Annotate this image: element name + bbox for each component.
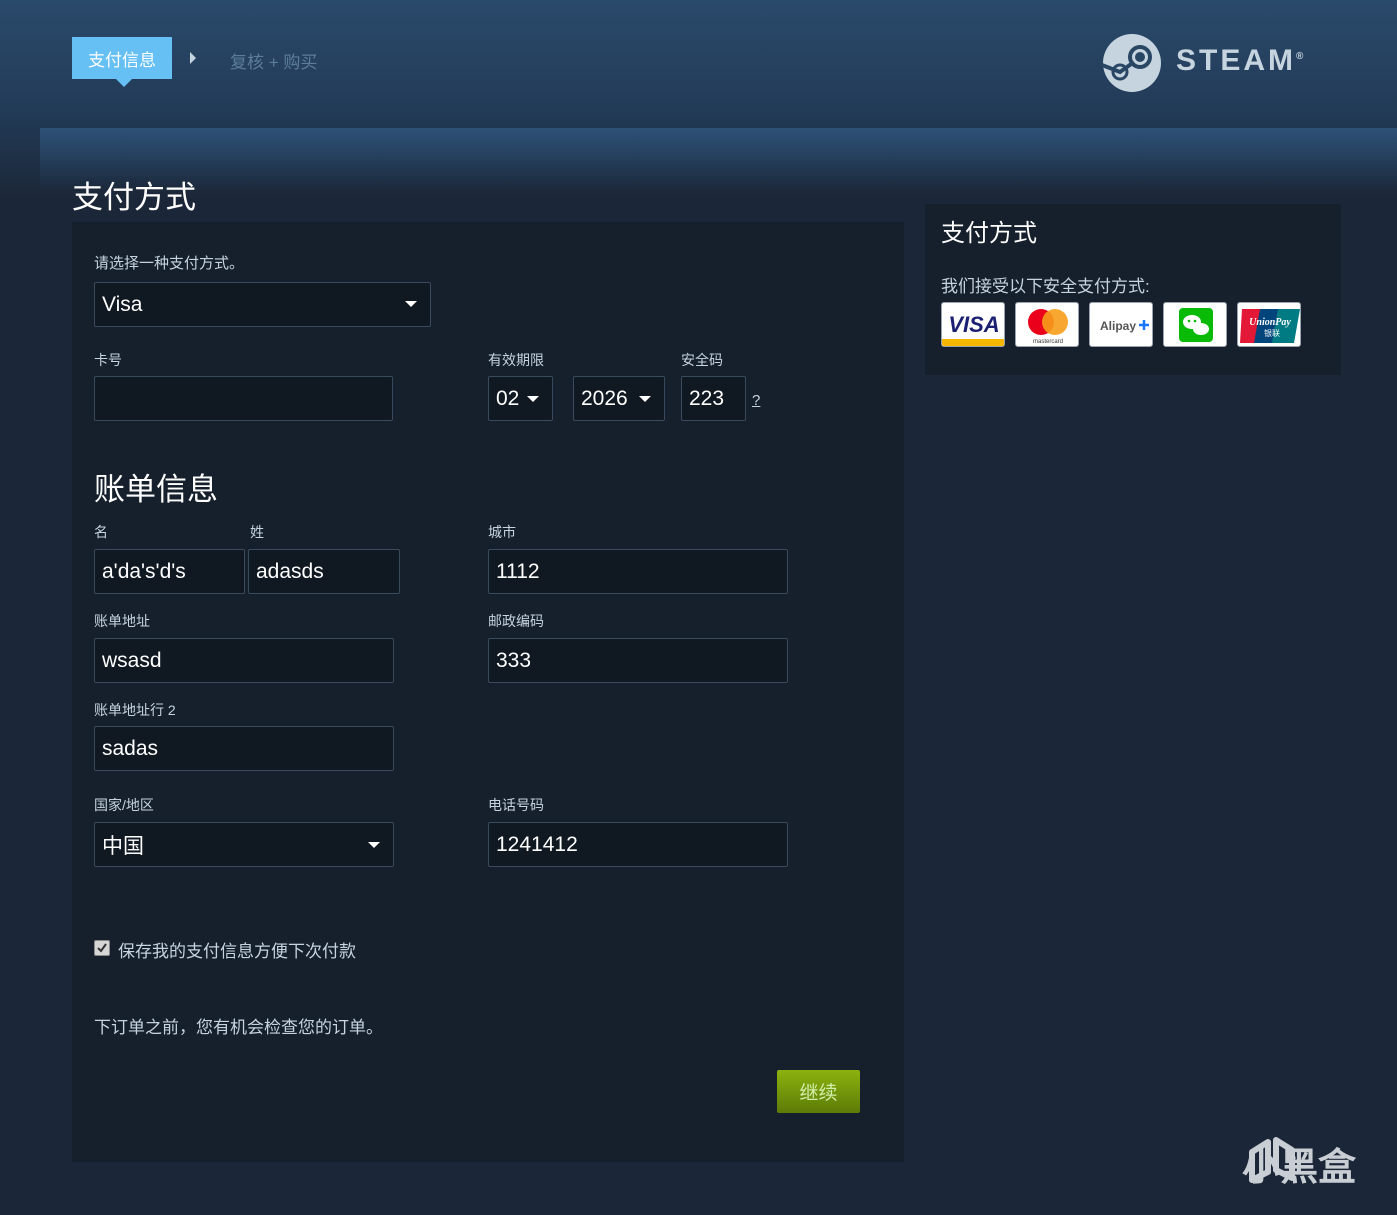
chevron-down-icon: [405, 301, 417, 307]
accepted-payments-title: 支付方式: [941, 220, 1037, 247]
country-label: 国家/地区: [94, 797, 154, 813]
country-select[interactable]: 中国: [94, 822, 394, 867]
visa-icon: VISA: [941, 302, 1005, 347]
billing-info-title: 账单信息: [94, 472, 218, 507]
phone-label: 电话号码: [488, 797, 544, 813]
card-number-input[interactable]: [94, 376, 393, 421]
cvv-input[interactable]: 223: [681, 376, 746, 421]
payment-method-label: 请选择一种支付方式。: [94, 255, 245, 272]
breadcrumb-step-payment-info[interactable]: 支付信息: [72, 37, 172, 87]
expiry-month-select[interactable]: 02: [488, 376, 553, 421]
payment-method-select[interactable]: Visa: [94, 282, 431, 327]
unionpay-icon: UnionPay 银联: [1237, 302, 1301, 347]
accepted-payments-panel: 支付方式 我们接受以下安全支付方式: VISA mastercard Alipa…: [925, 204, 1341, 375]
payment-method-value: Visa: [102, 292, 143, 316]
page-title: 支付方式: [72, 180, 196, 215]
header-glow: [40, 128, 1397, 188]
last-name-label: 姓: [250, 524, 264, 540]
steam-wordmark: STEAM®: [1176, 44, 1307, 77]
chevron-down-icon: [368, 842, 380, 848]
review-notice: 下订单之前，您有机会检查您的订单。: [94, 1018, 383, 1037]
expiry-label: 有效期限: [488, 352, 544, 368]
save-info-checkbox[interactable]: [94, 940, 110, 956]
city-label: 城市: [488, 524, 516, 540]
zip-input[interactable]: 333: [488, 638, 788, 683]
first-name-input[interactable]: a'da's'd's: [94, 549, 245, 594]
cvv-help-link[interactable]: ?: [752, 392, 760, 409]
billing-address-label: 账单地址: [94, 613, 150, 629]
country-value: 中国: [102, 834, 144, 858]
zip-label: 邮政编码: [488, 613, 544, 629]
mastercard-icon: mastercard: [1015, 302, 1079, 347]
billing-address-input[interactable]: wsasd: [94, 638, 394, 683]
card-number-label: 卡号: [94, 352, 122, 368]
cvv-label: 安全码: [681, 352, 723, 368]
continue-button[interactable]: 继续: [777, 1070, 860, 1113]
alipay-icon: Alipay: [1089, 302, 1153, 347]
svg-text:mastercard: mastercard: [1033, 339, 1063, 345]
city-input[interactable]: 1112: [488, 549, 788, 594]
billing-address2-label: 账单地址行 2: [94, 702, 176, 718]
first-name-label: 名: [94, 524, 108, 540]
svg-text:UnionPay: UnionPay: [1249, 317, 1291, 328]
payment-form-panel: 请选择一种支付方式。 Visa 卡号 有效期限 02 2026 安全码 223 …: [72, 222, 904, 1162]
checkmark-icon: [97, 943, 107, 953]
breadcrumb-arrow-icon: [190, 52, 196, 64]
phone-input[interactable]: 1241412: [488, 822, 788, 867]
svg-text:Alipay: Alipay: [1100, 319, 1136, 333]
expiry-month-value: 02: [496, 386, 520, 410]
last-name-input[interactable]: adasds: [248, 549, 400, 594]
svg-text:银联: 银联: [1264, 328, 1280, 338]
expiry-year-value: 2026: [581, 386, 628, 410]
chevron-down-icon: [527, 396, 539, 402]
chevron-down-icon: [639, 396, 651, 402]
svg-text:VISA: VISA: [948, 312, 999, 337]
accepted-payments-text: 我们接受以下安全支付方式:: [941, 277, 1150, 296]
breadcrumb-step-review: 复核 + 购买: [230, 53, 318, 72]
wechat-pay-icon: [1163, 302, 1227, 347]
save-info-label: 保存我的支付信息方便下次付款: [118, 942, 356, 961]
billing-address2-input[interactable]: sadas: [94, 726, 394, 771]
watermark-text: 小黑盒: [1242, 1147, 1357, 1189]
expiry-year-select[interactable]: 2026: [573, 376, 665, 421]
